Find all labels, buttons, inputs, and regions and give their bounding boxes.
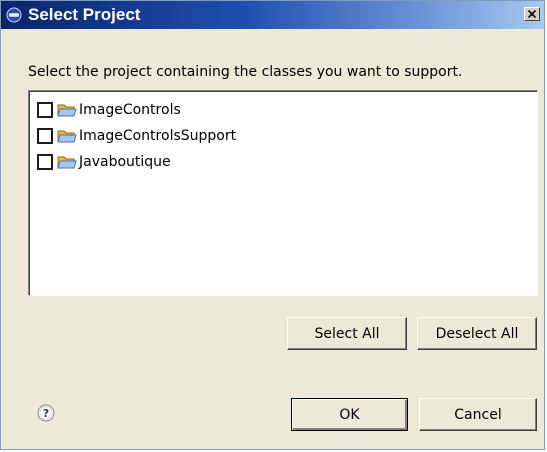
list-item[interactable]: ImageControlsSupport bbox=[37, 125, 236, 147]
close-icon bbox=[528, 10, 536, 18]
project-list[interactable]: ImageControls ImageControlsSupport Javab… bbox=[28, 90, 538, 296]
project-checkbox[interactable] bbox=[37, 102, 53, 118]
ok-button[interactable]: OK bbox=[291, 398, 408, 431]
close-button[interactable] bbox=[524, 7, 540, 21]
help-icon[interactable]: ? bbox=[37, 404, 55, 422]
app-icon bbox=[6, 7, 22, 23]
list-item[interactable]: Javaboutique bbox=[37, 151, 171, 173]
select-all-button[interactable]: Select All bbox=[287, 317, 407, 350]
list-item[interactable]: ImageControls bbox=[37, 99, 181, 121]
project-label: ImageControlsSupport bbox=[79, 128, 237, 144]
title-bar[interactable]: Select Project bbox=[1, 1, 544, 29]
instruction-text: Select the project containing the classe… bbox=[28, 64, 463, 80]
deselect-all-button[interactable]: Deselect All bbox=[417, 317, 537, 350]
project-checkbox[interactable] bbox=[37, 154, 53, 170]
project-label: ImageControls bbox=[79, 102, 181, 118]
dialog-title: Select Project bbox=[28, 5, 141, 24]
select-project-dialog: Select Project Select the project contai… bbox=[0, 0, 545, 450]
project-label: Javaboutique bbox=[79, 154, 171, 170]
svg-text:?: ? bbox=[43, 407, 49, 420]
folder-icon bbox=[57, 104, 77, 117]
folder-icon bbox=[57, 156, 77, 169]
cancel-button[interactable]: Cancel bbox=[419, 398, 537, 431]
project-checkbox[interactable] bbox=[37, 128, 53, 144]
folder-icon bbox=[57, 130, 77, 143]
